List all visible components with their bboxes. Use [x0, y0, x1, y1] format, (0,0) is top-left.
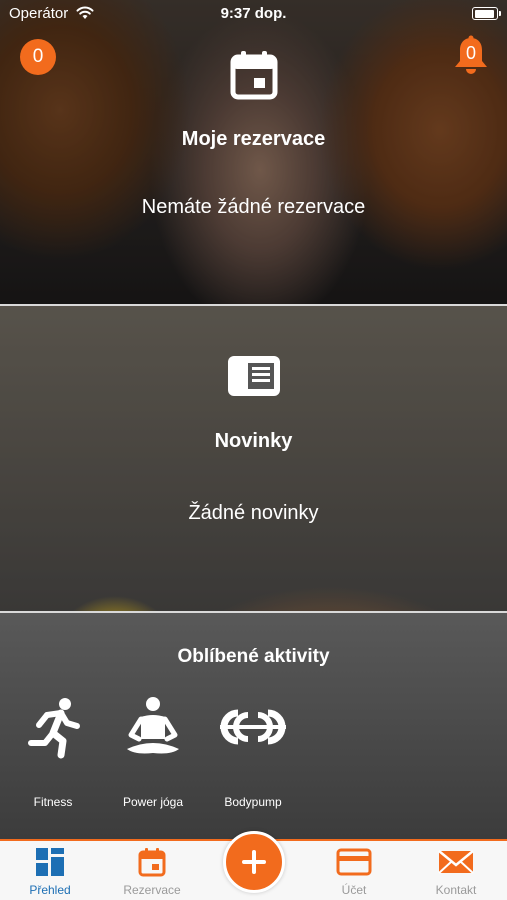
- meditation-icon: [127, 697, 179, 754]
- battery-icon: [472, 7, 501, 20]
- favorite-activities-section: Oblíbené aktivity Fitness Power jóga Bod…: [0, 613, 507, 839]
- calendar-icon: [230, 51, 277, 100]
- reservations-overlay: [0, 0, 507, 304]
- tab-label: Účet: [341, 883, 367, 897]
- reservations-title: Moje rezervace: [181, 128, 326, 150]
- tab-label: Kontakt: [435, 883, 477, 897]
- favorite-activity-label: Fitness: [33, 795, 73, 809]
- tab-label: Rezervace: [123, 883, 181, 897]
- running-person-icon: [28, 698, 80, 759]
- news-icon: [227, 356, 280, 396]
- bell-count: 0: [465, 43, 476, 63]
- tab-overview[interactable]: Přehled: [5, 847, 95, 897]
- status-bar: Operátor 9:37 dop.: [0, 0, 507, 28]
- favorite-activities-title: Oblíbené aktivity: [177, 646, 330, 667]
- card-icon: [336, 848, 372, 876]
- favorite-activity-bodypump[interactable]: Bodypump: [208, 695, 298, 809]
- reservations-empty-message: Nemáte žádné rezervace: [141, 196, 366, 218]
- tab-account[interactable]: Účet: [309, 847, 399, 897]
- favorite-activity-label: Bodypump: [224, 795, 282, 809]
- add-button[interactable]: [223, 831, 285, 893]
- favorite-activity-label: Power jóga: [122, 795, 184, 809]
- clock: 9:37 dop.: [220, 5, 287, 22]
- tab-contact[interactable]: Kontakt: [411, 847, 501, 897]
- news-panel[interactable]: [0, 306, 507, 611]
- bell-icon[interactable]: 0: [449, 34, 493, 78]
- plus-icon: [242, 850, 266, 874]
- barbell-icon: [220, 709, 286, 745]
- notification-count-badge[interactable]: 0: [20, 39, 56, 75]
- favorite-activity-fitness[interactable]: Fitness: [8, 695, 98, 809]
- news-empty-message: Žádné novinky: [188, 502, 319, 524]
- tab-reservations[interactable]: Rezervace: [107, 847, 197, 897]
- calendar-icon: [138, 848, 166, 877]
- mail-icon: [438, 850, 474, 874]
- favorite-activity-power-yoga[interactable]: Power jóga: [108, 695, 198, 809]
- dashboard-icon: [36, 848, 64, 876]
- tab-label: Přehled: [29, 883, 71, 897]
- reservations-panel[interactable]: [0, 0, 507, 304]
- news-overlay: [0, 306, 507, 611]
- news-title: Novinky: [214, 430, 293, 452]
- tab-bar: Přehled Rezervace Účet Kontakt: [0, 831, 507, 900]
